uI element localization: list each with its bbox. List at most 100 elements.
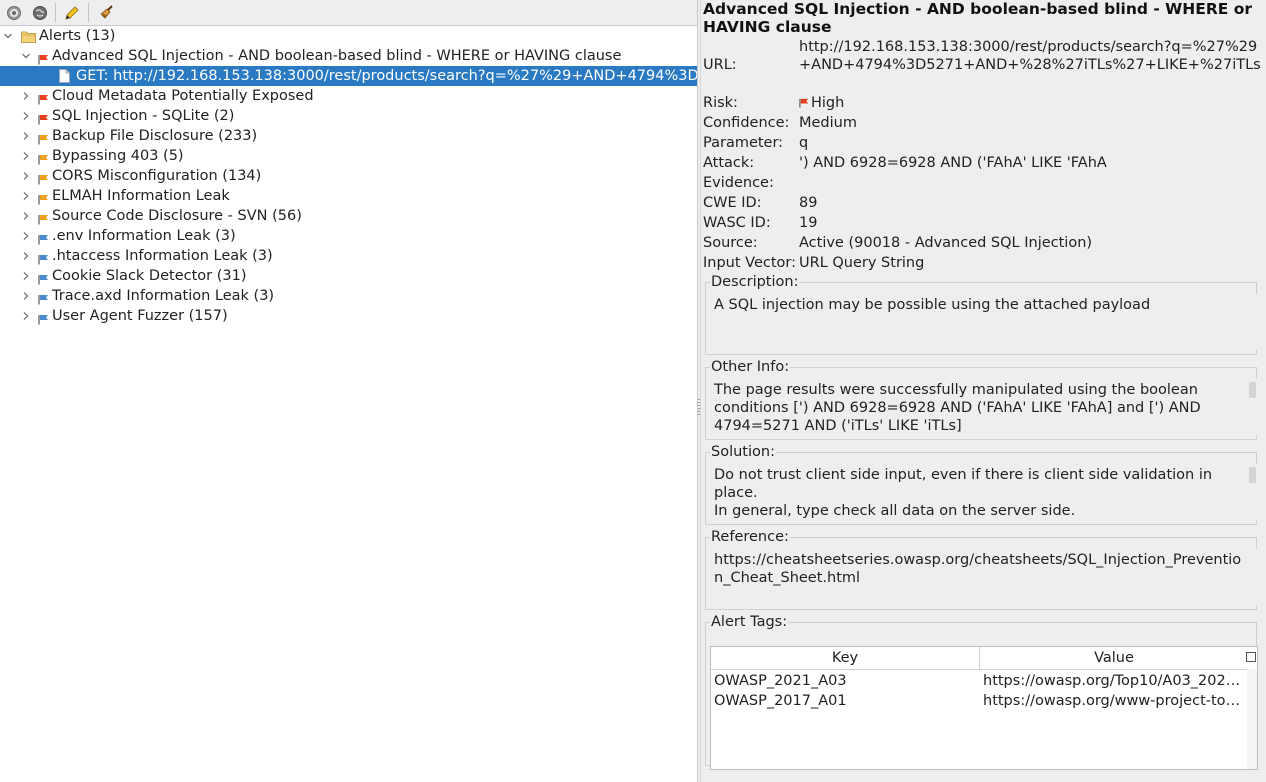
- tree-alert-label: Source Code Disclosure - SVN (56): [52, 208, 302, 224]
- tree-alert-item[interactable]: ELMAH Information Leak: [0, 186, 697, 206]
- tree-alert-item[interactable]: Source Code Disclosure - SVN (56): [0, 206, 697, 226]
- tag-key-cell[interactable]: OWASP_2021_A03: [714, 671, 976, 691]
- tree-root-alerts[interactable]: Alerts (13): [0, 26, 697, 46]
- target-icon[interactable]: [4, 3, 24, 23]
- chevron-right-icon[interactable]: [20, 246, 32, 266]
- tree-alert-item[interactable]: Trace.axd Information Leak (3): [0, 286, 697, 306]
- flag-medium-icon: [38, 191, 49, 205]
- source-label: Source:: [703, 235, 758, 251]
- confidence-value: Medium: [799, 115, 857, 131]
- input-vector-value: URL Query String: [799, 255, 925, 271]
- evidence-label: Evidence:: [703, 175, 774, 191]
- splitter-grip-icon: [698, 399, 700, 415]
- tag-key-cell[interactable]: OWASP_2017_A01: [714, 691, 976, 711]
- document-icon: [59, 69, 70, 83]
- tree-root-label: Alerts (13): [39, 28, 116, 44]
- alert-tags-table: Key Value OWASP_2021_A03 https://owasp.o…: [710, 646, 1258, 770]
- risk-value: High: [799, 94, 844, 112]
- description-legend: Description:: [711, 274, 799, 290]
- chevron-right-icon[interactable]: [20, 286, 32, 306]
- tree-instance-label: GET: http://192.168.153.138:3000/rest/pr…: [76, 68, 697, 84]
- tree-alert-label: SQL Injection - SQLite (2): [52, 108, 235, 124]
- attack-value: ') AND 6928=6928 AND ('FAhA' LIKE 'FAhA: [799, 155, 1107, 171]
- risk-label: Risk:: [703, 95, 738, 111]
- flag-info-icon: [38, 231, 49, 245]
- tree-alert-label: User Agent Fuzzer (157): [52, 308, 228, 324]
- flag-high-icon: [38, 91, 49, 105]
- flag-info-icon: [38, 291, 49, 305]
- flag-info-icon: [38, 311, 49, 325]
- alert-tags-legend: Alert Tags:: [711, 614, 788, 630]
- other-info-scrollbar[interactable]: [1249, 382, 1256, 398]
- flag-info-icon: [38, 271, 49, 285]
- flag-high-icon: [799, 95, 809, 108]
- reference-text: https://cheatsheetseries.owasp.org/cheat…: [714, 552, 1242, 586]
- flag-high-icon: [38, 51, 49, 65]
- chevron-down-icon[interactable]: [2, 26, 14, 46]
- globe-icon[interactable]: [30, 3, 50, 23]
- chevron-right-icon[interactable]: [20, 306, 32, 326]
- chevron-right-icon[interactable]: [20, 106, 32, 126]
- tree-alert-item[interactable]: Bypassing 403 (5): [0, 146, 697, 166]
- chevron-right-icon[interactable]: [20, 206, 32, 226]
- tree-alert-advanced-sql-injection[interactable]: Advanced SQL Injection - AND boolean-bas…: [0, 46, 697, 66]
- tree-alert-label: .env Information Leak (3): [52, 228, 236, 244]
- reference-area[interactable]: https://cheatsheetseries.owasp.org/cheat…: [711, 549, 1257, 605]
- alert-detail-panel: Advanced SQL Injection - AND boolean-bas…: [701, 0, 1266, 782]
- reference-legend: Reference:: [711, 529, 789, 545]
- chevron-right-icon[interactable]: [20, 126, 32, 146]
- tree-alert-item[interactable]: Cookie Slack Detector (31): [0, 266, 697, 286]
- column-picker-icon[interactable]: [1246, 652, 1256, 662]
- chevron-right-icon[interactable]: [20, 146, 32, 166]
- chevron-right-icon[interactable]: [20, 226, 32, 246]
- parameter-value: q: [799, 135, 809, 151]
- column-header-value[interactable]: Value: [980, 647, 1248, 670]
- tree-alert-label: Advanced SQL Injection - AND boolean-bas…: [52, 48, 622, 64]
- tree-alert-label: Cookie Slack Detector (31): [52, 268, 247, 284]
- alerts-toolbar: [0, 0, 697, 26]
- flag-medium-icon: [38, 151, 49, 165]
- flag-medium-icon: [38, 171, 49, 185]
- folder-icon: [21, 29, 36, 43]
- source-value: Active (90018 - Advanced SQL Injection): [799, 235, 1093, 251]
- tree-alert-label: Cloud Metadata Potentially Exposed: [52, 88, 314, 104]
- tree-alert-item[interactable]: User Agent Fuzzer (157): [0, 306, 697, 326]
- input-vector-label: Input Vector:: [703, 255, 796, 271]
- chevron-down-icon[interactable]: [20, 46, 32, 66]
- alert-tags-scrollbar[interactable]: [1247, 669, 1257, 769]
- pencil-icon[interactable]: [62, 3, 82, 23]
- chevron-right-icon[interactable]: [20, 86, 32, 106]
- chevron-right-icon[interactable]: [20, 186, 32, 206]
- risk-text: High: [811, 95, 845, 111]
- wasc-value: 19: [799, 215, 818, 231]
- tree-alert-item[interactable]: CORS Misconfiguration (134): [0, 166, 697, 186]
- tree-alert-label: .htaccess Information Leak (3): [52, 248, 273, 264]
- confidence-label: Confidence:: [703, 115, 790, 131]
- tree-instance-selected[interactable]: GET: http://192.168.153.138:3000/rest/pr…: [0, 66, 697, 86]
- chevron-right-icon[interactable]: [20, 266, 32, 286]
- other-info-area[interactable]: The page results were successfully manip…: [711, 379, 1257, 435]
- tree-alert-item[interactable]: .env Information Leak (3): [0, 226, 697, 246]
- flag-medium-icon: [38, 131, 49, 145]
- tree-alert-label: CORS Misconfiguration (134): [52, 168, 262, 184]
- description-area[interactable]: A SQL injection may be possible using th…: [711, 294, 1257, 350]
- attack-label: Attack:: [703, 155, 755, 171]
- tree-alert-item[interactable]: Cloud Metadata Potentially Exposed: [0, 86, 697, 106]
- tree-alert-label: Bypassing 403 (5): [52, 148, 184, 164]
- broom-icon[interactable]: [96, 3, 116, 23]
- tag-value-cell[interactable]: https://owasp.org/Top10/A03_2021-Injecti…: [983, 671, 1245, 691]
- alerts-panel: Alerts (13) Advanced SQL Injection - AND…: [0, 0, 697, 782]
- chevron-right-icon[interactable]: [20, 166, 32, 186]
- alert-tags-box: Alert Tags: Key Value OWASP_2021_A03 htt…: [705, 614, 1258, 770]
- solution-text: Do not trust client side input, even if …: [714, 466, 1241, 520]
- tree-alert-label: Backup File Disclosure (233): [52, 128, 258, 144]
- solution-scrollbar[interactable]: [1249, 467, 1256, 483]
- tag-value-cell[interactable]: https://owasp.org/www-project-top-ten/20…: [983, 691, 1245, 711]
- solution-area[interactable]: Do not trust client side input, even if …: [711, 464, 1257, 520]
- other-info-legend: Other Info:: [711, 359, 790, 375]
- column-header-key[interactable]: Key: [711, 647, 980, 670]
- flag-info-icon: [38, 251, 49, 265]
- tree-alert-item[interactable]: .htaccess Information Leak (3): [0, 246, 697, 266]
- tree-alert-item[interactable]: SQL Injection - SQLite (2): [0, 106, 697, 126]
- tree-alert-item[interactable]: Backup File Disclosure (233): [0, 126, 697, 146]
